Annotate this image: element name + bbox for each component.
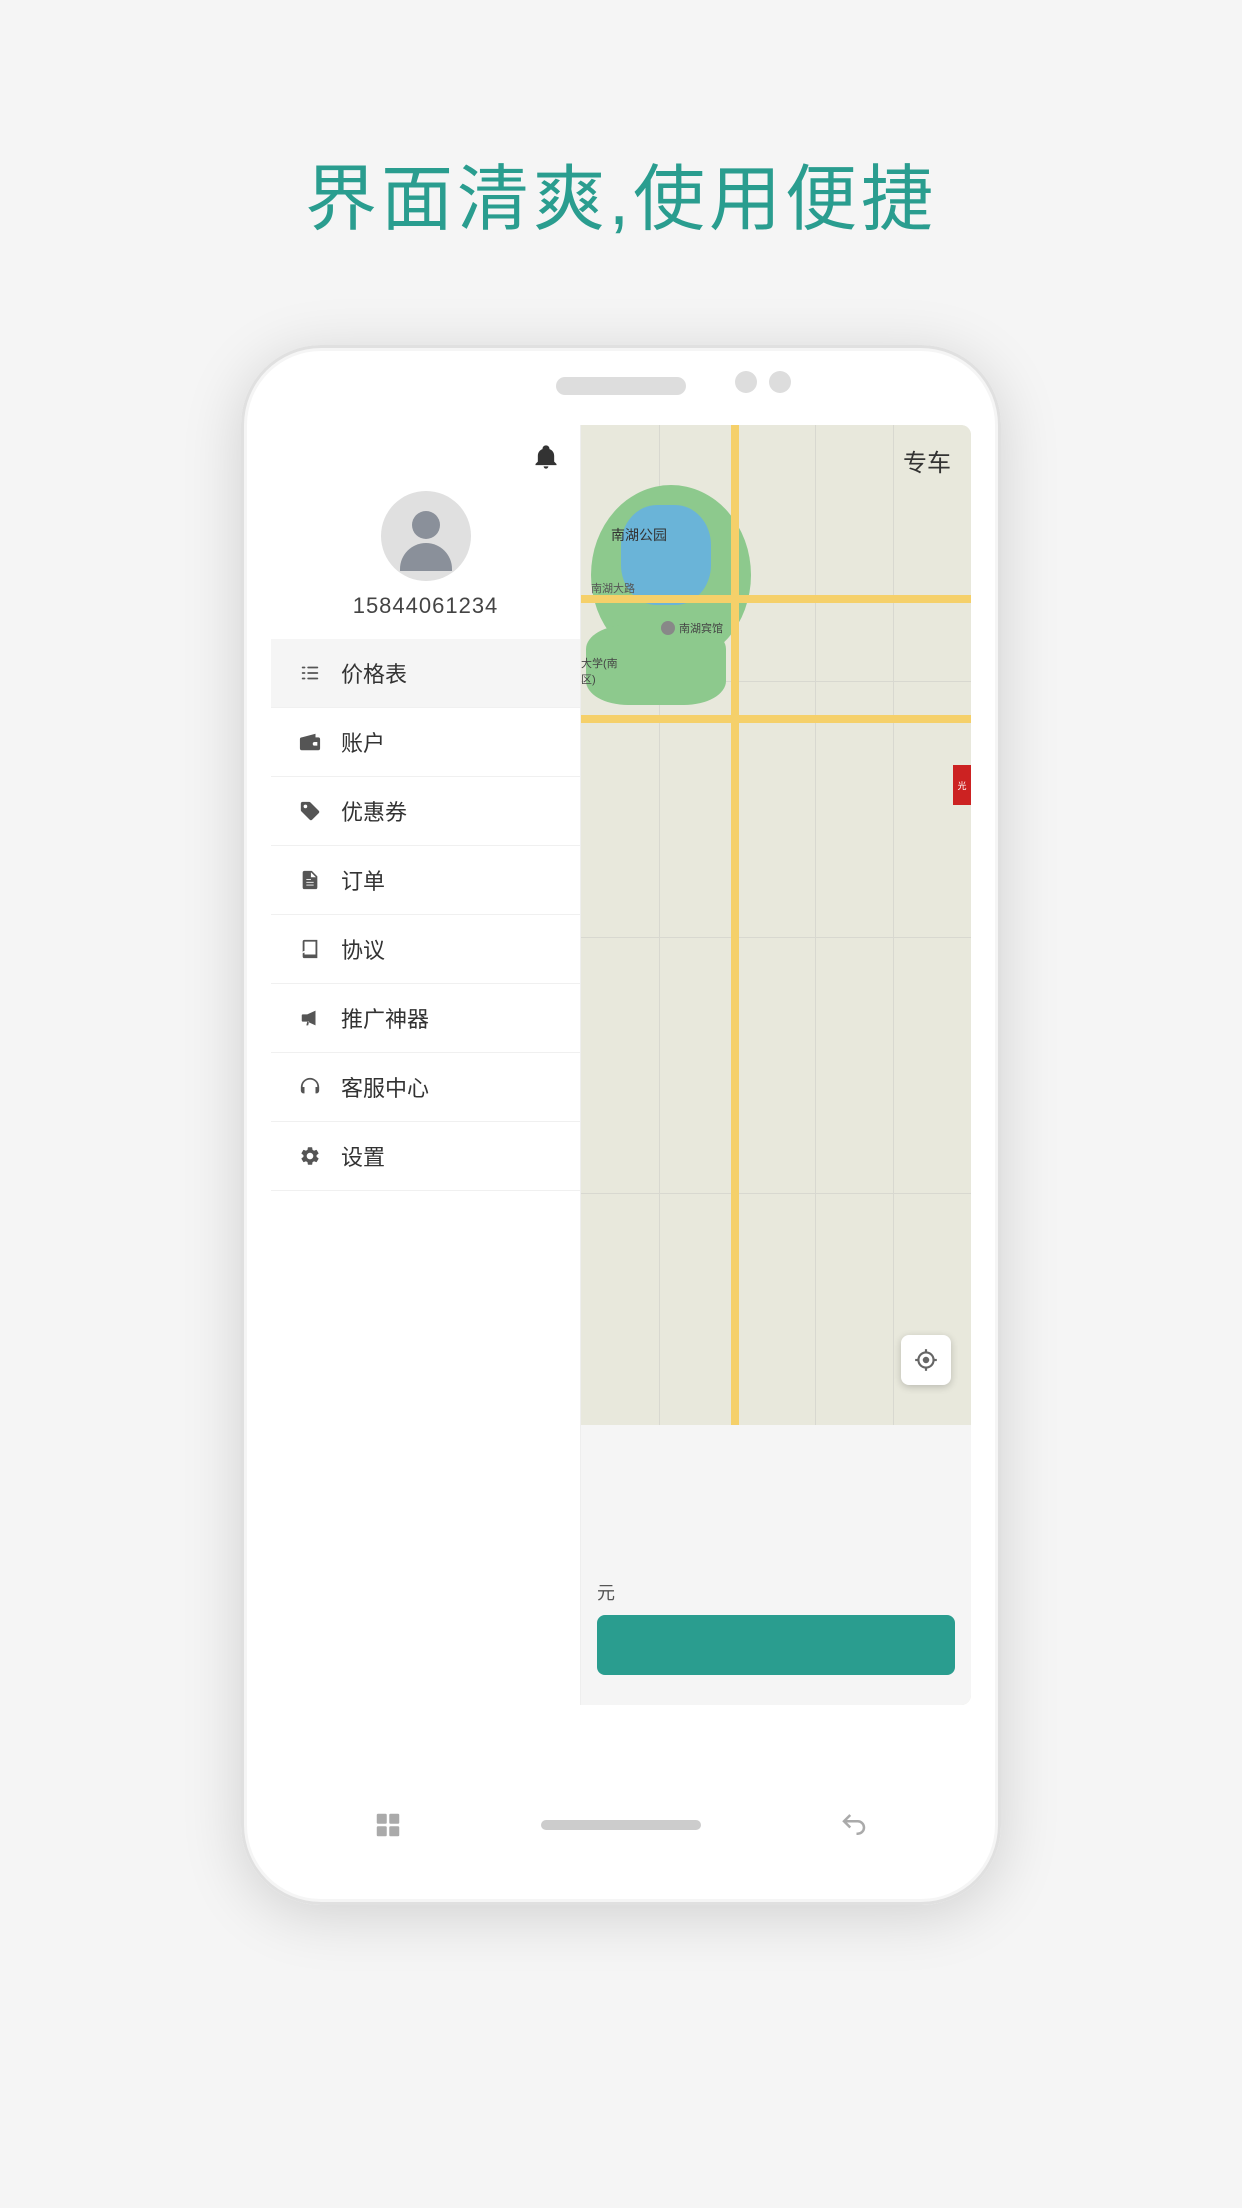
phone-bottom-nav: [241, 1775, 1001, 1875]
menu-item-service-label: 客服中心: [341, 1071, 429, 1103]
taxi-label: 专车: [903, 443, 951, 478]
menu-item-order-label: 订单: [341, 864, 385, 896]
menu-item-order[interactable]: 订单: [271, 846, 580, 915]
map-label-hotel: 南湖宾馆: [661, 620, 723, 636]
menu-item-price-list-label: 价格表: [341, 657, 407, 689]
price-display: 元: [597, 1579, 615, 1605]
menu-item-agreement[interactable]: 协议: [271, 915, 580, 984]
phone-screen: 15844061234 价格表: [271, 425, 971, 1705]
list-icon: [295, 658, 325, 688]
menu-item-service[interactable]: 客服中心: [271, 1053, 580, 1122]
drawer-header: [271, 425, 580, 481]
map-badge: 光: [953, 765, 971, 805]
nav-back-button[interactable]: [368, 1805, 408, 1845]
profile-phone-number: 15844061234: [353, 593, 499, 619]
bell-icon[interactable]: [532, 443, 560, 471]
confirm-button[interactable]: [597, 1615, 955, 1675]
menu-item-settings-label: 设置: [341, 1140, 385, 1172]
location-button[interactable]: [901, 1335, 951, 1385]
receipt-icon: [295, 865, 325, 895]
book-icon: [295, 934, 325, 964]
menu-item-coupon[interactable]: 优惠券: [271, 777, 580, 846]
map-area: 专车 南湖公园 南湖大路 南湖宾馆 大学(南区): [581, 425, 971, 1705]
menu-item-price-list[interactable]: 价格表: [271, 639, 580, 708]
map-bottom-panel: 元: [581, 1425, 971, 1705]
phone-speaker: [556, 377, 686, 395]
page-title: 界面清爽,使用便捷: [305, 140, 937, 245]
avatar[interactable]: [381, 491, 471, 581]
map-label-univ: 大学(南区): [581, 655, 618, 687]
menu-item-account-label: 账户: [341, 726, 385, 758]
menu-item-promote[interactable]: 推广神器: [271, 984, 580, 1053]
megaphone-icon: [295, 1003, 325, 1033]
menu-item-settings[interactable]: 设置: [271, 1122, 580, 1191]
drawer-profile: 15844061234: [271, 481, 580, 639]
gear-icon: [295, 1141, 325, 1171]
nav-home-button[interactable]: [541, 1820, 701, 1830]
drawer: 15844061234 价格表: [271, 425, 581, 1705]
phone-frame: 15844061234 价格表: [241, 345, 1001, 1905]
wallet-icon: [295, 727, 325, 757]
nav-recent-button[interactable]: [834, 1805, 874, 1845]
headset-icon: [295, 1072, 325, 1102]
menu-item-coupon-label: 优惠券: [341, 795, 407, 827]
menu-item-promote-label: 推广神器: [341, 1002, 429, 1034]
map-label-park: 南湖公园: [611, 525, 667, 545]
drawer-menu: 价格表 账户: [271, 639, 580, 1705]
map-label-road: 南湖大路: [591, 580, 635, 596]
menu-item-account[interactable]: 账户: [271, 708, 580, 777]
phone-camera-area: [735, 371, 791, 393]
menu-item-agreement-label: 协议: [341, 933, 385, 965]
tag-icon: [295, 796, 325, 826]
